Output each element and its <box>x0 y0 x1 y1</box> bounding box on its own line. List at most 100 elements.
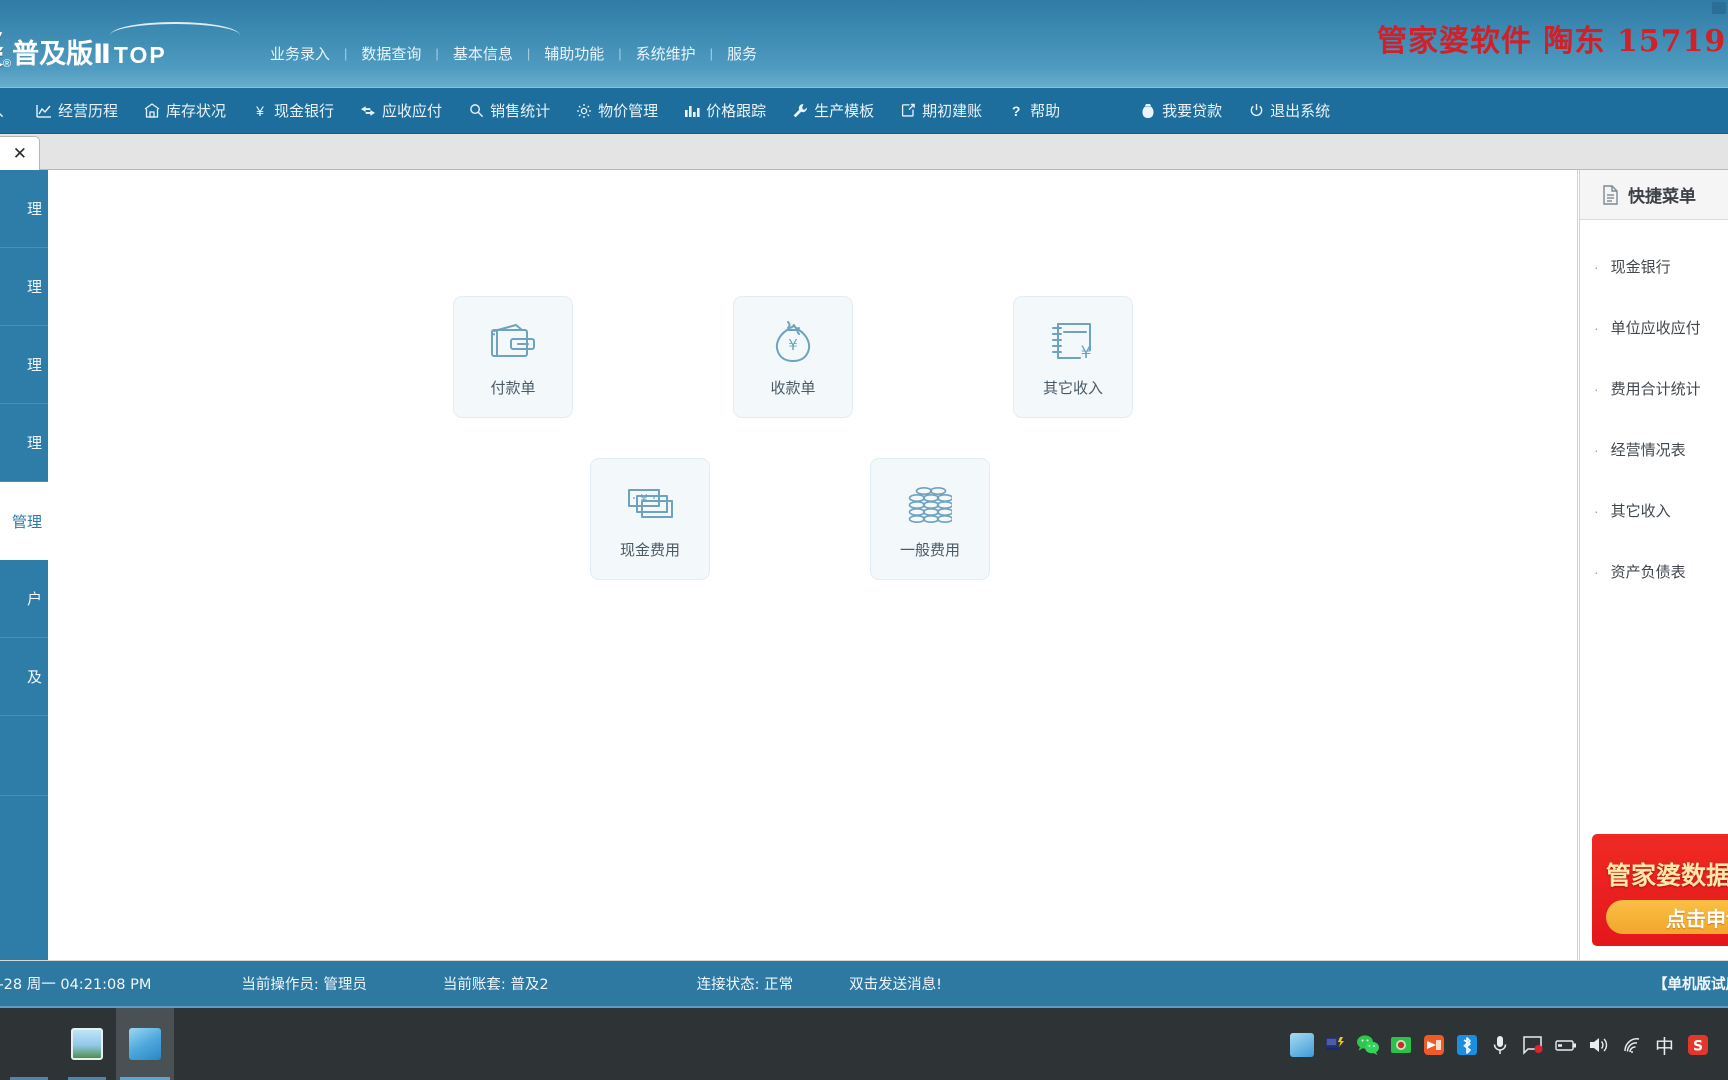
quick-menu-cash-bank[interactable]: · 现金银行 <box>1580 236 1728 297</box>
status-message-hint[interactable]: 双击发送消息! <box>835 973 956 994</box>
taskbar-app-photos[interactable] <box>58 1008 116 1080</box>
quick-menu-unit-receivable-payable[interactable]: · 单位应收应付 <box>1580 297 1728 358</box>
menu-basic-info[interactable]: 基本信息 <box>441 40 525 67</box>
toolbar-item-partial[interactable] <box>0 88 23 134</box>
toolbar-item-price-tracking[interactable]: 价格跟踪 <box>671 88 779 134</box>
exchange-arrows-icon <box>360 103 376 119</box>
sidebar-item-8[interactable] <box>0 716 48 796</box>
toolbar-item-opening-account[interactable]: 期初建账 <box>887 88 995 134</box>
bullet-icon: · <box>1594 258 1599 275</box>
close-icon[interactable]: ✕ <box>9 143 31 164</box>
tray-icon-action-center[interactable] <box>1516 1008 1549 1080</box>
window-controls-stub[interactable] <box>1712 2 1726 14</box>
quick-menu-title: 快捷菜单 <box>1628 187 1696 207</box>
sidebar-item-4[interactable]: 理 <box>0 404 48 482</box>
toolbar-item-business-history[interactable]: 经营历程 <box>23 88 131 134</box>
toolbar-item-help[interactable]: ? 帮助 <box>995 88 1073 134</box>
status-account-book: 当前账套: 普及2 <box>442 977 549 993</box>
main-menu-bar: 业务录入 | 数据查询 | 基本信息 | 辅助功能 | 系统维护 | 服务 <box>258 40 769 67</box>
quick-menu-label: 其它收入 <box>1610 502 1671 520</box>
wrench-icon <box>792 103 808 119</box>
logo-top-text: TOP <box>113 42 167 68</box>
tray-icon-ime-chinese[interactable]: 中 <box>1648 1008 1681 1080</box>
status-connection: 连接状态: 正常 <box>696 977 794 993</box>
tray-icon-guanjiapo[interactable] <box>1285 1008 1318 1080</box>
yen-icon: ¥ <box>256 102 264 119</box>
card-other-income[interactable]: ¥ 其它收入 <box>1013 296 1133 418</box>
sidebar-item-label: 理 <box>26 201 42 218</box>
quick-menu-business-status-report[interactable]: · 经营情况表 <box>1580 419 1728 480</box>
tray-icon-sogou-input[interactable]: S <box>1681 1008 1714 1080</box>
card-general-expense[interactable]: 一般费用 <box>870 458 990 580</box>
taskbar-app-explorer[interactable] <box>0 1008 58 1080</box>
card-payment-order[interactable]: 付款单 <box>453 296 573 418</box>
sidebar-item-3[interactable]: 理 <box>0 326 48 404</box>
menu-service[interactable]: 服务 <box>715 40 769 67</box>
toolbar-item-loan[interactable]: 我要贷款 <box>1127 88 1235 134</box>
svg-text:¥: ¥ <box>1081 343 1092 363</box>
application-window: 婆 ® 普及版Ⅱ TOP 业务录入 | 数据查询 | 基本信息 | 辅助功能 |… <box>0 0 1728 1080</box>
promo-banner[interactable]: 管家婆数据 点击申请 <box>1592 834 1728 946</box>
promo-banner-title: 管家婆数据 <box>1606 861 1728 890</box>
document-tab[interactable]: ✕ <box>0 136 40 170</box>
menu-system-maintenance[interactable]: 系统维护 <box>624 40 708 67</box>
warehouse-icon <box>144 103 160 119</box>
app-header: 婆 ® 普及版Ⅱ TOP 业务录入 | 数据查询 | 基本信息 | 辅助功能 |… <box>0 0 1728 88</box>
sidebar-item-label: 管理 <box>11 513 42 531</box>
tray-icon-microphone[interactable] <box>1483 1008 1516 1080</box>
sidebar-item-1[interactable]: 理 <box>0 170 48 248</box>
guanjiapo-app-icon <box>129 1028 161 1060</box>
toolbar-label: 我要贷款 <box>1162 103 1223 120</box>
toolbar-label: 帮助 <box>1030 103 1061 120</box>
toolbar-label: 物价管理 <box>598 103 659 120</box>
svg-text:S: S <box>1692 1039 1702 1055</box>
menu-business-entry[interactable]: 业务录入 <box>258 40 342 67</box>
quick-menu-balance-sheet[interactable]: · 资产负债表 <box>1580 541 1728 602</box>
tray-icon-show-desktop[interactable] <box>1714 1008 1724 1080</box>
tray-icon-wifi[interactable] <box>1615 1008 1648 1080</box>
toolbar-item-exit[interactable]: 退出系统 <box>1235 88 1343 134</box>
gear-icon <box>576 103 592 119</box>
folder-icon <box>13 1028 45 1060</box>
toolbar-item-production-template[interactable]: 生产模板 <box>779 88 887 134</box>
menu-separator: | <box>526 46 531 61</box>
banknotes-yen-icon: ¥ <box>623 479 677 529</box>
question-icon: ? <box>1011 102 1021 119</box>
tray-icon-usb-device[interactable] <box>1318 1008 1351 1080</box>
menu-data-query[interactable]: 数据查询 <box>349 40 433 67</box>
quick-menu-expense-total-statistics[interactable]: · 费用合计统计 <box>1580 358 1728 419</box>
sidebar-item-6[interactable]: 户 <box>0 560 48 638</box>
sidebar-item-label: 理 <box>26 435 42 452</box>
tray-icon-screen-recorder[interactable] <box>1384 1008 1417 1080</box>
toolbar-item-inventory-status[interactable]: 库存状况 <box>131 88 239 134</box>
card-cash-expense[interactable]: ¥ 现金费用 <box>590 458 710 580</box>
bullet-icon: · <box>1594 441 1599 458</box>
tray-icon-wechat[interactable] <box>1351 1008 1384 1080</box>
sidebar-item-5[interactable]: 管理 <box>0 482 48 560</box>
logo-edition-text: 普及版Ⅱ <box>12 39 111 70</box>
promo-banner-button[interactable]: 点击申请 <box>1606 900 1728 934</box>
tray-icon-foxmail[interactable] <box>1417 1008 1450 1080</box>
taskbar-app-guanjiapo[interactable] <box>116 1008 174 1080</box>
tray-icon-battery[interactable] <box>1549 1008 1582 1080</box>
tray-icon-bluetooth[interactable] <box>1450 1008 1483 1080</box>
promo-contact-text: 管家婆软件 陶东 1571933 <box>1376 24 1728 59</box>
tray-icon-volume[interactable] <box>1582 1008 1615 1080</box>
sidebar-item-7[interactable]: 及 <box>0 638 48 716</box>
card-receipt-order[interactable]: ¥ 收款单 <box>733 296 853 418</box>
toolbar-item-receivable-payable[interactable]: 应收应付 <box>347 88 455 134</box>
toolbar-item-sales-statistics[interactable]: 销售统计 <box>455 88 563 134</box>
main-content-area: 付款单 ¥ 收款单 ¥ 其它收入 ¥ 现金费用 一般费用 <box>48 170 1578 960</box>
toolbar-item-price-management[interactable]: 物价管理 <box>563 88 671 134</box>
quick-menu-other-income[interactable]: · 其它收入 <box>1580 480 1728 541</box>
toolbar-label: 库存状况 <box>166 103 227 120</box>
toolbar-item-cash-bank[interactable]: ¥ 现金银行 <box>239 88 347 134</box>
quick-menu-label: 费用合计统计 <box>1610 380 1701 398</box>
card-label: 付款单 <box>490 378 536 397</box>
sidebar-item-2[interactable]: 理 <box>0 248 48 326</box>
card-label: 其它收入 <box>1042 378 1103 397</box>
quick-menu-panel: 快捷菜单 · 现金银行 · 单位应收应付 · 费用合计统计 · 经营情况表 · … <box>1579 170 1728 960</box>
toolbar-label: 生产模板 <box>814 103 875 120</box>
menu-aux-functions[interactable]: 辅助功能 <box>532 40 616 67</box>
card-label: 一般费用 <box>899 540 960 559</box>
